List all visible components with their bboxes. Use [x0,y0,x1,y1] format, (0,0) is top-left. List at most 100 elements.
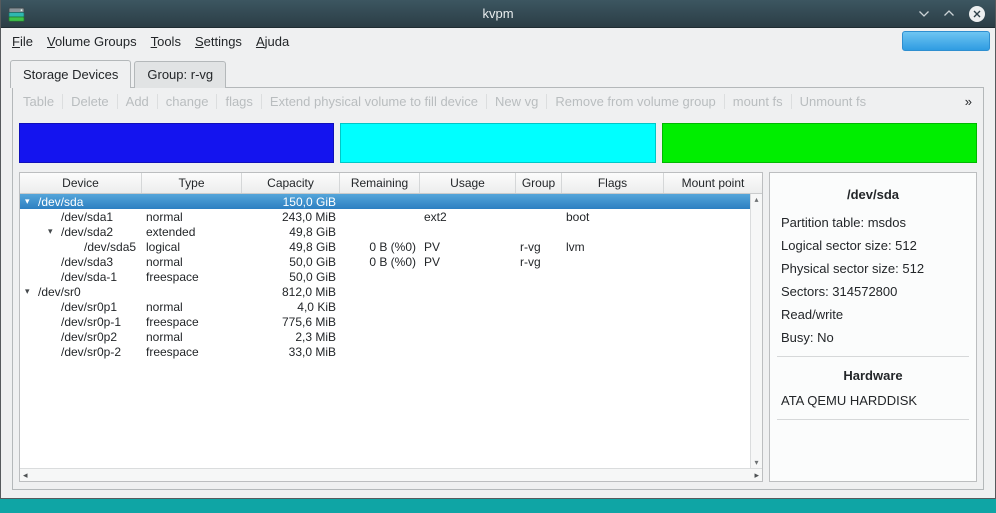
cell-usage: ext2 [420,210,516,224]
device-name: /dev/sr0p1 [61,300,117,314]
table-row-dev-sda5[interactable]: /dev/sda5logical49,8 GiB0 B (%0)PVr-vglv… [20,239,750,254]
table-row-dev-sda-1[interactable]: /dev/sda-1freespace50,0 GiB [20,269,750,284]
table-row-dev-sda[interactable]: ▾/dev/sda150,0 GiB [20,194,750,209]
toolbar-separator [117,94,118,109]
partition-segment-blue[interactable] [19,123,334,163]
device-name: /dev/sda1 [61,210,113,224]
app-icon [8,6,25,22]
cell-device: /dev/sr0p1 [20,300,142,314]
device-name: /dev/sda5 [84,240,136,254]
device-name: /dev/sr0 [38,285,81,299]
main-area: DeviceTypeCapacityRemainingUsageGroupFla… [13,172,983,489]
menu-tools[interactable]: Tools [144,30,188,53]
table-row-dev-sr0p1[interactable]: /dev/sr0p1normal4,0 KiB [20,299,750,314]
toolbar-unmount-fs[interactable]: Unmount fs [798,94,868,109]
title-bar: kvpm [1,0,995,28]
table-row-dev-sda2[interactable]: ▾/dev/sda2extended49,8 GiB [20,224,750,239]
cell-type: normal [142,210,242,224]
table-row-dev-sda1[interactable]: /dev/sda1normal243,0 MiBext2boot [20,209,750,224]
tab-bar: Storage DevicesGroup: r-vg [1,54,995,87]
details-panel: /dev/sda Partition table: msdosLogical s… [769,172,977,482]
column-header-remaining[interactable]: Remaining [340,173,420,193]
cell-capacity: 33,0 MiB [242,345,340,359]
cell-capacity: 50,0 GiB [242,270,340,284]
detail-read-write: Read/write [781,307,965,322]
hardware-value: ATA QEMU HARDDISK [781,393,965,408]
column-header-capacity[interactable]: Capacity [242,173,340,193]
column-header-mount-point[interactable]: Mount point [664,173,762,193]
detail-sectors: Sectors: 314572800 [781,284,965,299]
table-row-dev-sr0p2[interactable]: /dev/sr0p2normal2,3 MiB [20,329,750,344]
cell-device: /dev/sr0p2 [20,330,142,344]
toolbar-separator [261,94,262,109]
partition-segment-cyan[interactable] [340,123,655,163]
menu-file[interactable]: File [5,30,40,53]
close-button[interactable] [968,5,986,23]
toolbar-separator [62,94,63,109]
device-name: /dev/sda-1 [61,270,117,284]
devices-table: DeviceTypeCapacityRemainingUsageGroupFla… [19,172,763,482]
toolbar-extend-physical-volume-to-fill-device[interactable]: Extend physical volume to fill device [268,94,480,109]
device-name: /dev/sr0p-2 [61,345,121,359]
scroll-right-icon[interactable]: ▸ [754,470,759,481]
column-header-type[interactable]: Type [142,173,242,193]
toolbar-change[interactable]: change [164,94,211,109]
toolbar-separator [546,94,547,109]
table-row-dev-sda3[interactable]: /dev/sda3normal50,0 GiB0 B (%0)PVr-vg [20,254,750,269]
content-frame: Table Delete Add change flags Extend physical… [12,87,984,490]
cell-capacity: 49,8 GiB [242,240,340,254]
window-title: kvpm [1,6,995,21]
details-separator [777,356,969,357]
toolbar-flags[interactable]: flags [223,94,254,109]
toolbar-new-vg[interactable]: New vg [493,94,540,109]
scroll-down-icon[interactable]: ▾ [754,458,758,467]
toolbar-mount-fs[interactable]: mount fs [731,94,785,109]
device-name: /dev/sr0p-1 [61,315,121,329]
table-row-dev-sr0p-2[interactable]: /dev/sr0p-2freespace33,0 MiB [20,344,750,359]
table-row-dev-sr0[interactable]: ▾/dev/sr0812,0 MiB [20,284,750,299]
bottom-strip [0,499,996,513]
progress-indicator [902,31,990,51]
cell-flags: lvm [562,240,664,254]
column-header-group[interactable]: Group [516,173,562,193]
cell-type: extended [142,225,242,239]
cell-type: freespace [142,315,242,329]
menu-volume-groups[interactable]: Volume Groups [40,30,144,53]
toolbar-separator [791,94,792,109]
toolbar-table[interactable]: Table [21,94,56,109]
hardware-title: Hardware [781,368,965,383]
scroll-left-icon[interactable]: ◂ [23,470,28,481]
tab-group-r-vg[interactable]: Group: r-vg [134,61,226,88]
column-header-flags[interactable]: Flags [562,173,664,193]
horizontal-scrollbar[interactable]: ◂ ▸ [20,468,762,481]
cell-remaining: 0 B (%0) [340,240,420,254]
expander-icon[interactable]: ▾ [48,227,61,236]
cell-type: logical [142,240,242,254]
maximize-button[interactable] [943,9,955,18]
cell-group: r-vg [516,255,562,269]
column-header-device[interactable]: Device [20,173,142,193]
toolbar-add[interactable]: Add [124,94,151,109]
detail-busy: Busy: No [781,330,965,345]
menu-settings[interactable]: Settings [188,30,249,53]
vertical-scrollbar[interactable]: ▴ ▾ [750,194,762,468]
details-title: /dev/sda [781,187,965,202]
toolbar-overflow-button[interactable]: » [962,94,975,109]
detail-partition-table: Partition table: msdos [781,215,965,230]
partition-bar-strip [13,115,983,172]
column-header-usage[interactable]: Usage [420,173,516,193]
cell-capacity: 49,8 GiB [242,225,340,239]
toolbar-delete[interactable]: Delete [69,94,111,109]
partition-segment-green[interactable] [662,123,977,163]
scroll-up-icon[interactable]: ▴ [754,195,758,204]
minimize-button[interactable] [918,9,930,18]
details-properties: Partition table: msdosLogical sector siz… [781,215,965,345]
table-header: DeviceTypeCapacityRemainingUsageGroupFla… [20,173,762,194]
expander-icon[interactable]: ▾ [25,197,38,206]
menu-ajuda[interactable]: Ajuda [249,30,296,53]
expander-icon[interactable]: ▾ [25,287,38,296]
tab-storage-devices[interactable]: Storage Devices [10,60,131,88]
toolbar-remove-from-volume-group[interactable]: Remove from volume group [553,94,717,109]
cell-capacity: 243,0 MiB [242,210,340,224]
table-row-dev-sr0p-1[interactable]: /dev/sr0p-1freespace775,6 MiB [20,314,750,329]
